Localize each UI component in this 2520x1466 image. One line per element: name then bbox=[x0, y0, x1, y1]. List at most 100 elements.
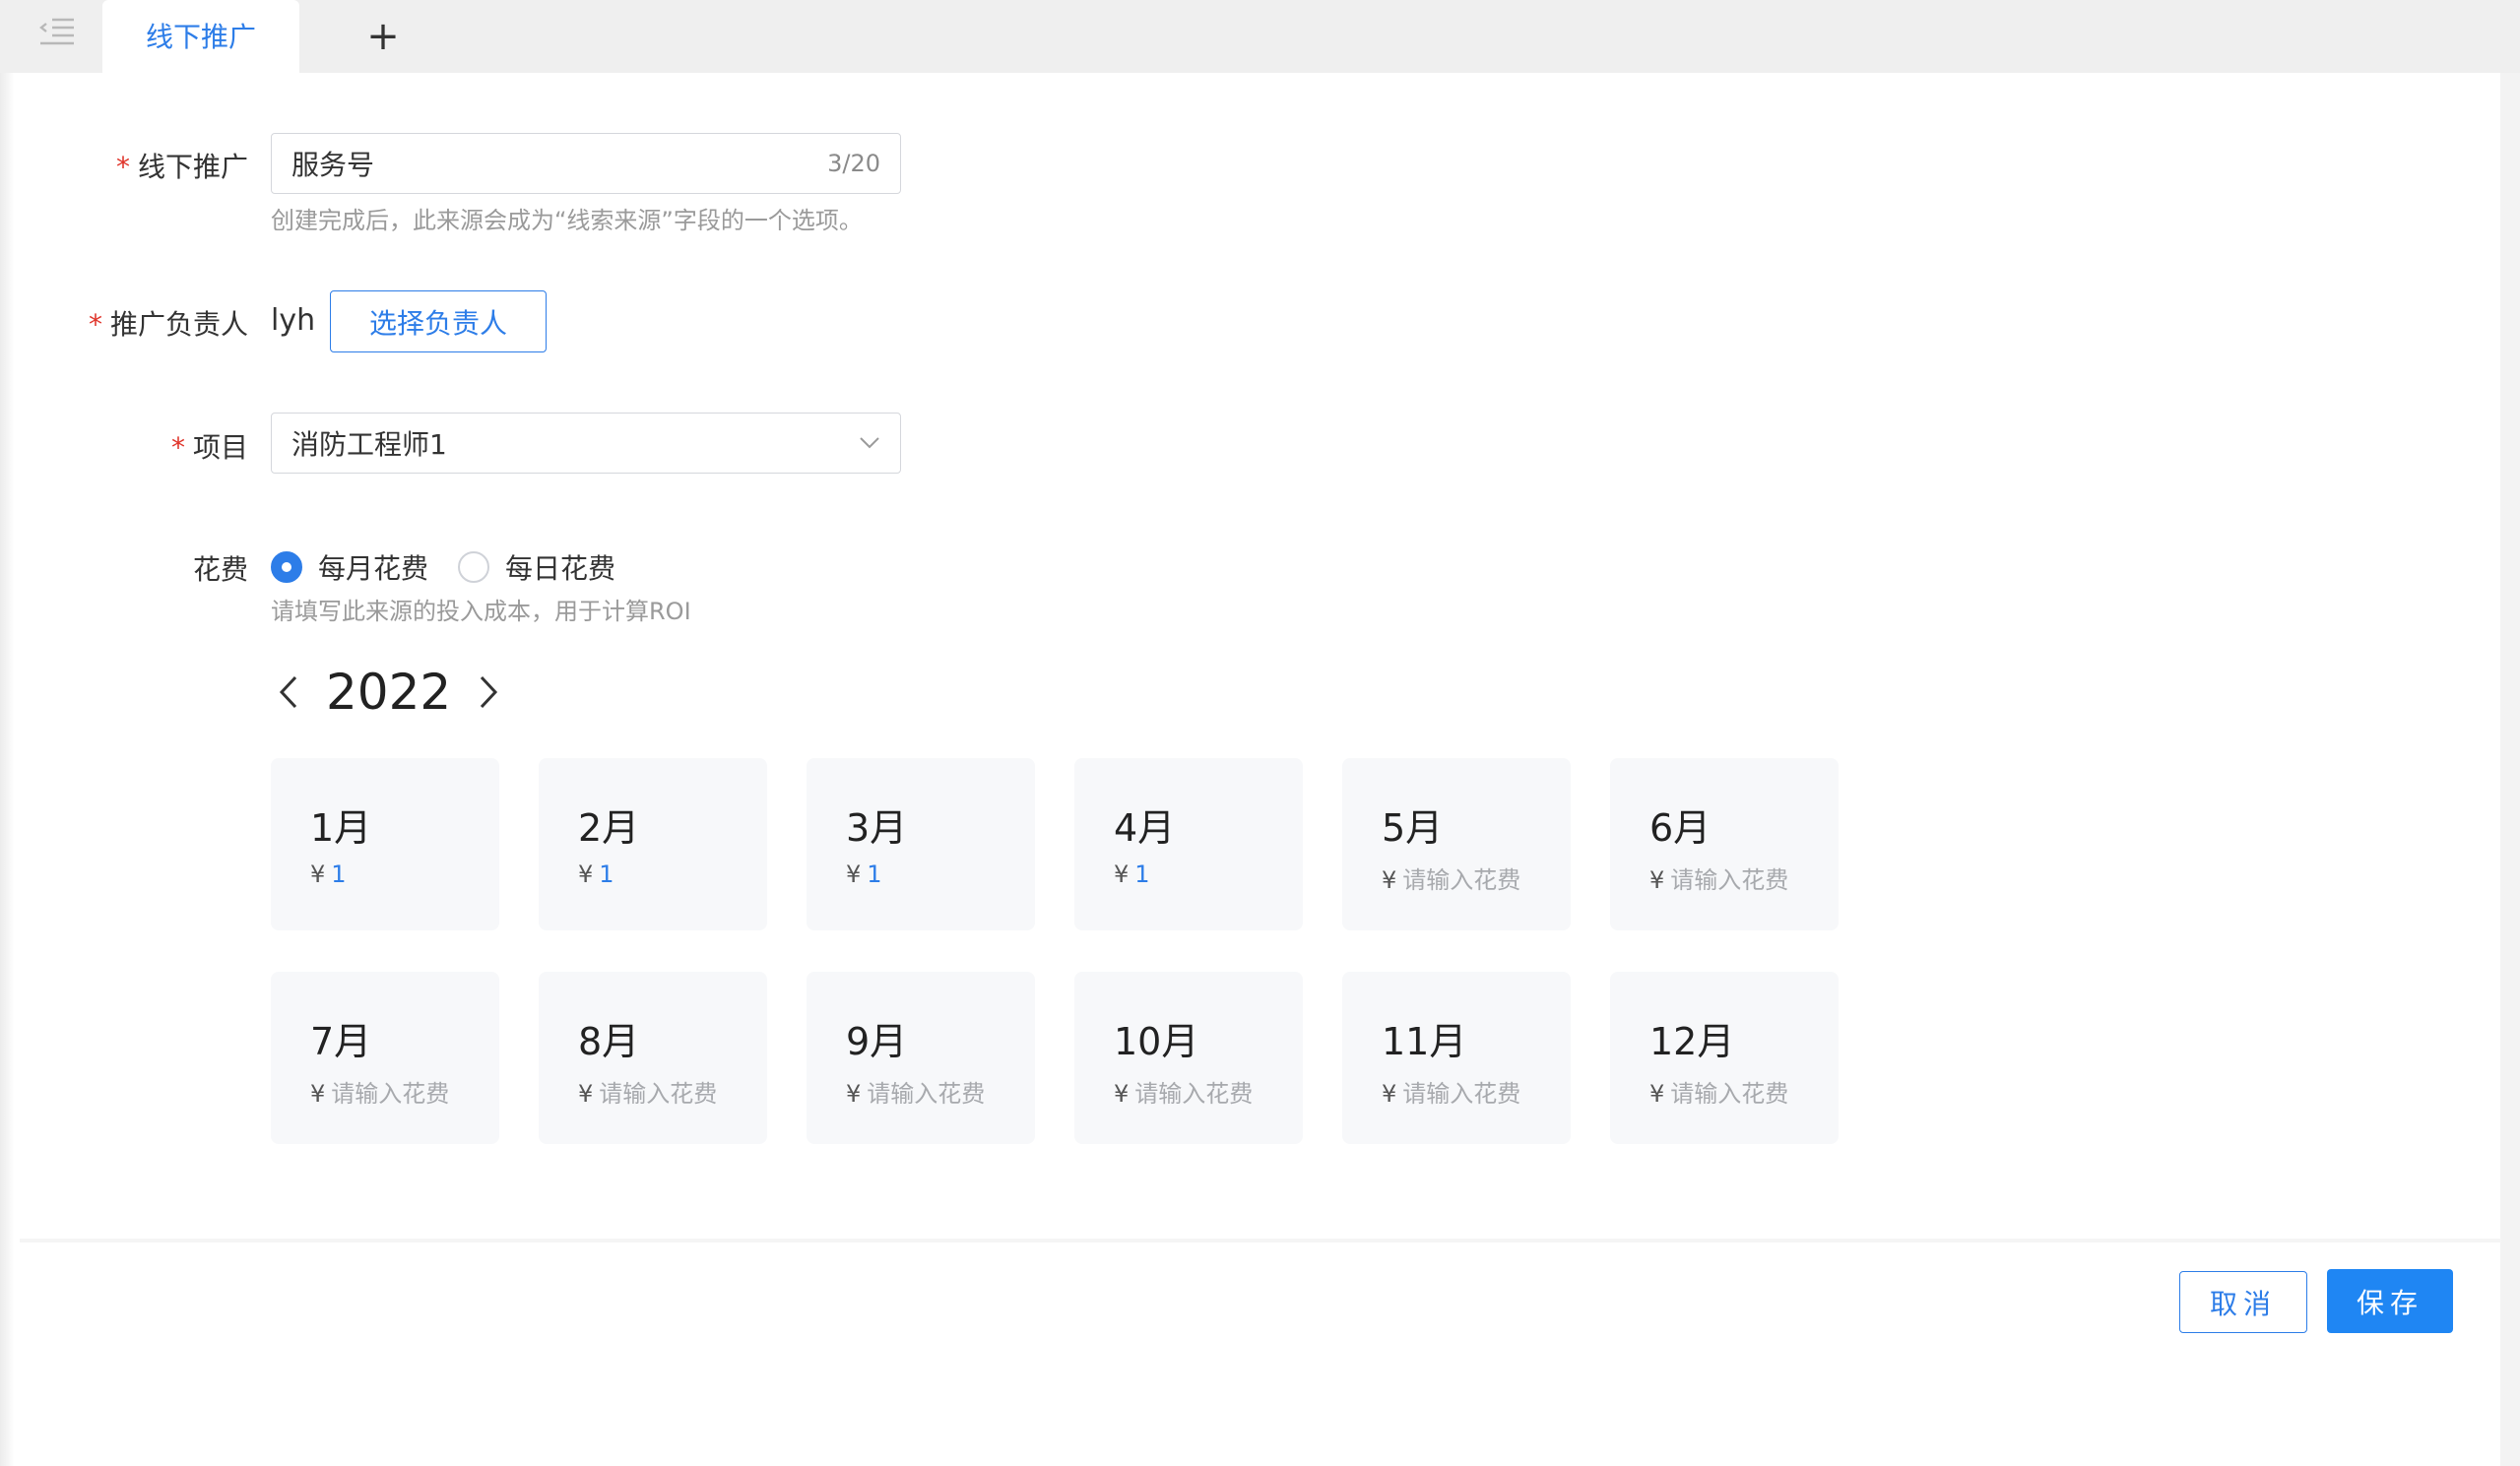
radio-checked-icon bbox=[271, 551, 302, 583]
month-cost-value: 1 bbox=[867, 860, 882, 888]
month-cost-placeholder: 请输入花费 bbox=[1670, 1080, 1789, 1108]
owner-name: lyh bbox=[271, 303, 316, 338]
owner-label-row: * 推广负责人 bbox=[0, 303, 248, 343]
radio-label: 每月花费 bbox=[318, 552, 429, 585]
source-name-value: 服务号 bbox=[291, 149, 375, 181]
month-cost-input[interactable]: ¥1 bbox=[1114, 860, 1150, 888]
month-cost-input[interactable]: ¥ 请输入花费 bbox=[1382, 1074, 1520, 1109]
required-mark: * bbox=[170, 431, 185, 464]
tab-bar: 线下推广 + bbox=[0, 0, 2520, 73]
month-card[interactable]: 10月 ¥ 请输入花费 bbox=[1074, 972, 1303, 1144]
currency-symbol: ¥ bbox=[846, 1080, 862, 1108]
month-cost-input[interactable]: ¥ 请输入花费 bbox=[846, 1074, 985, 1109]
month-card[interactable]: 5月 ¥ 请输入花费 bbox=[1342, 758, 1571, 930]
source-label: * 线下推广 bbox=[115, 151, 248, 183]
chevron-left-icon bbox=[279, 675, 297, 709]
month-cost-input[interactable]: ¥1 bbox=[846, 860, 882, 888]
month-name: 12月 bbox=[1649, 1020, 1735, 1063]
month-name: 11月 bbox=[1382, 1020, 1467, 1063]
month-cost-input[interactable]: ¥ 请输入花费 bbox=[1649, 860, 1788, 895]
month-name: 6月 bbox=[1649, 806, 1712, 850]
month-cost-input[interactable]: ¥ 请输入花费 bbox=[578, 1074, 717, 1109]
month-name: 4月 bbox=[1114, 806, 1176, 850]
month-name: 8月 bbox=[578, 1020, 640, 1063]
chevron-right-icon bbox=[481, 675, 498, 709]
month-cost-input[interactable]: ¥ 请输入花费 bbox=[1382, 860, 1520, 895]
month-cost-value: 1 bbox=[331, 860, 347, 888]
cost-type-radio-group: 每月花费 每日花费 bbox=[271, 547, 645, 587]
cost-hint: 请填写此来源的投入成本，用于计算ROI bbox=[271, 598, 691, 625]
cost-label: 花费 bbox=[192, 553, 248, 586]
radio-monthly-cost[interactable]: 每月花费 bbox=[271, 547, 428, 587]
next-year-button[interactable] bbox=[471, 669, 506, 715]
owner-label: * 推广负责人 bbox=[88, 308, 248, 341]
right-edge bbox=[2500, 73, 2520, 1466]
month-cost-input[interactable]: ¥ 请输入花费 bbox=[1649, 1074, 1788, 1109]
required-mark: * bbox=[88, 308, 102, 341]
currency-symbol: ¥ bbox=[1649, 1080, 1665, 1108]
add-tab-button[interactable]: + bbox=[360, 14, 406, 59]
tab-offline-promotion[interactable]: 线下推广 bbox=[102, 0, 299, 73]
month-cost-input[interactable]: ¥ 请输入花费 bbox=[1114, 1074, 1253, 1109]
project-label: *消防工程师1项目 bbox=[170, 431, 248, 464]
cancel-button[interactable]: 取消 bbox=[2179, 1271, 2307, 1333]
currency-symbol: ¥ bbox=[578, 860, 594, 888]
month-card[interactable]: 4月 ¥1 bbox=[1074, 758, 1303, 930]
currency-symbol: ¥ bbox=[310, 860, 326, 888]
month-cost-placeholder: 请输入花费 bbox=[1134, 1080, 1254, 1108]
month-name: 1月 bbox=[310, 806, 372, 850]
source-name-input[interactable]: 服务号 3/20 bbox=[271, 133, 901, 194]
month-name: 3月 bbox=[846, 806, 908, 850]
currency-symbol: ¥ bbox=[578, 1080, 594, 1108]
char-counter: 3/20 bbox=[827, 150, 880, 177]
currency-symbol: ¥ bbox=[846, 860, 862, 888]
source-label-row: * 线下推广 bbox=[0, 146, 248, 185]
month-card[interactable]: 7月 ¥ 请输入花费 bbox=[271, 972, 499, 1144]
month-name: 10月 bbox=[1114, 1020, 1199, 1063]
source-hint: 创建完成后，此来源会成为“线索来源”字段的一个选项。 bbox=[271, 207, 863, 234]
plus-icon: + bbox=[366, 14, 400, 59]
required-mark: * bbox=[115, 151, 130, 183]
project-label-row: *消防工程师1项目 bbox=[0, 426, 248, 466]
month-card[interactable]: 1月 ¥1 bbox=[271, 758, 499, 930]
month-cost-placeholder: 请输入花费 bbox=[331, 1080, 450, 1108]
month-card[interactable]: 2月 ¥1 bbox=[539, 758, 767, 930]
month-cost-placeholder: 请输入花费 bbox=[599, 1080, 718, 1108]
radio-unchecked-icon bbox=[458, 551, 490, 583]
currency-symbol: ¥ bbox=[1382, 866, 1397, 894]
project-select[interactable]: 消防工程师1 bbox=[271, 413, 901, 474]
month-cost-placeholder: 请输入花费 bbox=[1402, 1080, 1521, 1108]
radio-daily-cost[interactable]: 每日花费 bbox=[458, 547, 615, 587]
month-cost-value: 1 bbox=[599, 860, 614, 888]
month-card[interactable]: 8月 ¥ 请输入花费 bbox=[539, 972, 767, 1144]
currency-symbol: ¥ bbox=[1382, 1080, 1397, 1108]
project-select-value: 消防工程师1 bbox=[291, 428, 447, 461]
month-cost-value: 1 bbox=[1134, 860, 1150, 888]
currency-symbol: ¥ bbox=[1114, 860, 1130, 888]
footer-divider bbox=[20, 1239, 2501, 1243]
currency-symbol: ¥ bbox=[310, 1080, 326, 1108]
month-name: 7月 bbox=[310, 1020, 372, 1063]
month-cost-input[interactable]: ¥ 请输入花费 bbox=[310, 1074, 449, 1109]
year-navigator: 2022 bbox=[271, 668, 506, 717]
currency-symbol: ¥ bbox=[1114, 1080, 1130, 1108]
month-name: 9月 bbox=[846, 1020, 908, 1063]
tab-label: 线下推广 bbox=[145, 21, 256, 53]
month-cost-input[interactable]: ¥1 bbox=[310, 860, 347, 888]
save-button[interactable]: 保存 bbox=[2327, 1269, 2453, 1333]
cost-label-row: 花费 bbox=[0, 548, 248, 588]
month-card[interactable]: 9月 ¥ 请输入花费 bbox=[807, 972, 1035, 1144]
month-card[interactable]: 6月 ¥ 请输入花费 bbox=[1610, 758, 1839, 930]
month-cost-input[interactable]: ¥1 bbox=[578, 860, 614, 888]
prev-year-button[interactable] bbox=[271, 669, 306, 715]
select-owner-button[interactable]: 选择负责人 bbox=[330, 290, 547, 352]
month-cost-placeholder: 请输入花费 bbox=[1402, 866, 1521, 894]
month-card[interactable]: 11月 ¥ 请输入花费 bbox=[1342, 972, 1571, 1144]
menu-collapse-icon[interactable] bbox=[30, 10, 85, 53]
month-name: 5月 bbox=[1382, 806, 1444, 850]
left-edge bbox=[0, 0, 14, 1466]
year-label: 2022 bbox=[326, 664, 452, 721]
month-card[interactable]: 3月 ¥1 bbox=[807, 758, 1035, 930]
month-card[interactable]: 12月 ¥ 请输入花费 bbox=[1610, 972, 1839, 1144]
currency-symbol: ¥ bbox=[1649, 866, 1665, 894]
